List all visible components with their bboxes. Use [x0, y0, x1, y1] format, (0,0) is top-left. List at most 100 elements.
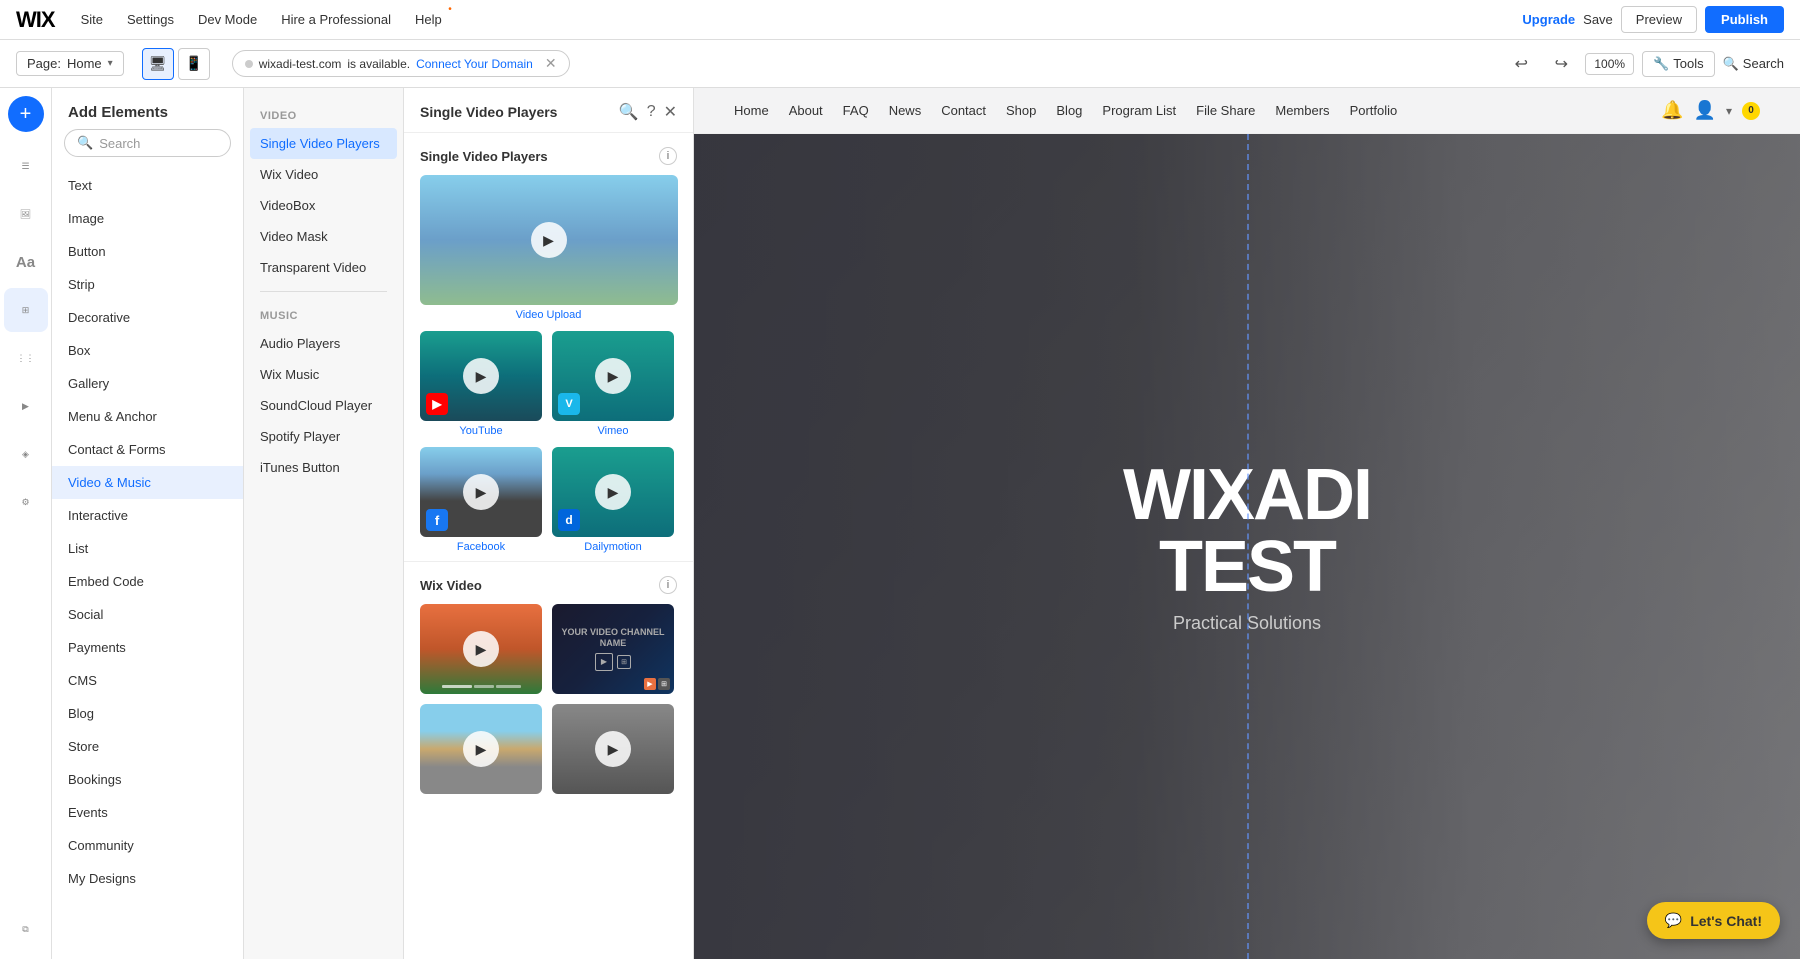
widget-wix-video-3[interactable]: ▶: [420, 704, 542, 794]
nav-devmode[interactable]: Dev Mode: [192, 8, 263, 31]
nav-link-news[interactable]: News: [889, 103, 922, 118]
element-store[interactable]: Store: [52, 730, 243, 763]
element-button[interactable]: Button: [52, 235, 243, 268]
sub-transparent-video[interactable]: Transparent Video: [244, 252, 403, 283]
sidebar-item-text[interactable]: Aa: [4, 240, 48, 284]
canvas-area: Home About FAQ News Contact Shop Blog Pr…: [694, 88, 1800, 959]
element-strip[interactable]: Strip: [52, 268, 243, 301]
element-community[interactable]: Community: [52, 829, 243, 862]
save-button[interactable]: Save: [1583, 12, 1613, 27]
page-selector[interactable]: Page: Home ▾: [16, 51, 124, 76]
play-icon-youtube: ▶: [463, 358, 499, 394]
element-decorative[interactable]: Decorative: [52, 301, 243, 334]
widget-vimeo[interactable]: ▶ V Vimeo: [552, 331, 674, 437]
element-social[interactable]: Social: [52, 598, 243, 631]
upgrade-button[interactable]: Upgrade: [1522, 12, 1575, 27]
sidebar-item-backgrounds[interactable]: 🖼: [4, 192, 48, 236]
sidebar-item-cms[interactable]: ◈: [4, 432, 48, 476]
tools-button[interactable]: 🔧 Tools: [1642, 51, 1715, 77]
element-my-designs[interactable]: My Designs: [52, 862, 243, 895]
element-image[interactable]: Image: [52, 202, 243, 235]
search-placeholder: Search: [99, 136, 140, 151]
notification-icon[interactable]: 🔔: [1661, 100, 1683, 121]
pages-icon: ☰: [21, 161, 29, 172]
info-icon-single-video[interactable]: i: [659, 147, 677, 165]
nav-help[interactable]: Help: [409, 8, 448, 31]
widget-help-button[interactable]: ?: [647, 103, 656, 121]
nav-link-contact[interactable]: Contact: [941, 103, 986, 118]
nav-link-portfolio[interactable]: Portfolio: [1350, 103, 1398, 118]
desktop-view-button[interactable]: 🖥: [142, 48, 174, 80]
mobile-view-button[interactable]: 📱: [178, 48, 210, 80]
nav-link-about[interactable]: About: [789, 103, 823, 118]
widget-search-button[interactable]: 🔍: [619, 102, 639, 122]
nav-settings[interactable]: Settings: [121, 8, 180, 31]
widget-wix-video-1[interactable]: ▶: [420, 604, 542, 694]
widget-youtube[interactable]: ▶ ▶ YouTube: [420, 331, 542, 437]
sub-single-video-players[interactable]: Single Video Players: [250, 128, 397, 159]
sub-audio-players[interactable]: Audio Players: [244, 328, 403, 359]
widget-wix-video-4[interactable]: ▶: [552, 704, 674, 794]
nav-link-faq[interactable]: FAQ: [843, 103, 869, 118]
element-text[interactable]: Text: [52, 169, 243, 202]
sub-itunes[interactable]: iTunes Button: [244, 452, 403, 483]
elements-search-input[interactable]: 🔍 Search: [64, 129, 231, 157]
sidebar-item-layers[interactable]: ⧉: [4, 907, 48, 951]
element-interactive[interactable]: Interactive: [52, 499, 243, 532]
nav-site[interactable]: Site: [75, 8, 109, 31]
widget-close-button[interactable]: ✕: [664, 102, 677, 122]
element-bookings[interactable]: Bookings: [52, 763, 243, 796]
element-embed-code[interactable]: Embed Code: [52, 565, 243, 598]
sub-wix-music[interactable]: Wix Music: [244, 359, 403, 390]
widget-facebook[interactable]: ▶ f Facebook: [420, 447, 542, 553]
element-payments[interactable]: Payments: [52, 631, 243, 664]
widget-thumb-facebook: ▶ f: [420, 447, 542, 537]
nav-link-file-share[interactable]: File Share: [1196, 103, 1255, 118]
element-events[interactable]: Events: [52, 796, 243, 829]
element-list[interactable]: List: [52, 532, 243, 565]
sub-wix-video[interactable]: Wix Video: [244, 159, 403, 190]
search-button[interactable]: 🔍 Search: [1723, 56, 1784, 72]
sidebar-item-settings-sidebar[interactable]: ⚙: [4, 480, 48, 524]
sub-videobox[interactable]: VideoBox: [244, 190, 403, 221]
widget-label-vimeo: Vimeo: [598, 425, 629, 437]
sub-spotify[interactable]: Spotify Player: [244, 421, 403, 452]
zoom-display[interactable]: 100%: [1585, 53, 1634, 75]
nav-link-program-list[interactable]: Program List: [1102, 103, 1176, 118]
redo-button[interactable]: ↪: [1545, 48, 1577, 80]
nav-link-blog[interactable]: Blog: [1056, 103, 1082, 118]
element-blog[interactable]: Blog: [52, 697, 243, 730]
sidebar-item-media[interactable]: ▶: [4, 384, 48, 428]
publish-button[interactable]: Publish: [1705, 6, 1784, 33]
element-gallery[interactable]: Gallery: [52, 367, 243, 400]
user-icon[interactable]: 👤: [1694, 100, 1716, 121]
element-video-music[interactable]: Video & Music: [52, 466, 243, 499]
widget-dailymotion[interactable]: ▶ d Dailymotion: [552, 447, 674, 553]
chat-widget[interactable]: 💬 Let's Chat!: [1647, 902, 1780, 939]
info-icon-wix-video[interactable]: i: [659, 576, 677, 594]
element-contact-forms[interactable]: Contact & Forms: [52, 433, 243, 466]
sub-video-mask[interactable]: Video Mask: [244, 221, 403, 252]
sidebar-item-pages[interactable]: ☰: [4, 144, 48, 188]
nav-hire[interactable]: Hire a Professional: [275, 8, 397, 31]
main-layout: + ☰ 🖼 Aa ⊞ ⋮⋮ ▶ ◈ ⚙ ⧉ Add Elements: [0, 88, 1800, 959]
nav-link-shop[interactable]: Shop: [1006, 103, 1036, 118]
nav-link-home[interactable]: Home: [734, 103, 769, 118]
sidebar-item-apps[interactable]: ⋮⋮: [4, 336, 48, 380]
domain-banner-close[interactable]: ✕: [545, 55, 557, 72]
element-cms[interactable]: CMS: [52, 664, 243, 697]
undo-button[interactable]: ↩: [1505, 48, 1537, 80]
sub-soundcloud[interactable]: SoundCloud Player: [244, 390, 403, 421]
widget-wix-video-2[interactable]: YOUR VIDEO CHANNEL NAME ▶ ⊞ ▶ ⊞: [552, 604, 674, 694]
connect-domain-link[interactable]: Connect Your Domain: [416, 57, 533, 71]
add-element-circle-button[interactable]: +: [8, 96, 44, 132]
nav-link-members[interactable]: Members: [1275, 103, 1329, 118]
sidebar-item-add-elements[interactable]: ⊞: [4, 288, 48, 332]
element-menu-anchor[interactable]: Menu & Anchor: [52, 400, 243, 433]
widget-thumb-youtube: ▶ ▶: [420, 331, 542, 421]
cart-badge[interactable]: 0: [1742, 102, 1760, 120]
layers-icon: ⧉: [22, 924, 28, 935]
element-box[interactable]: Box: [52, 334, 243, 367]
widget-video-upload[interactable]: ▶ Video Upload: [420, 175, 677, 321]
preview-button[interactable]: Preview: [1621, 6, 1697, 33]
